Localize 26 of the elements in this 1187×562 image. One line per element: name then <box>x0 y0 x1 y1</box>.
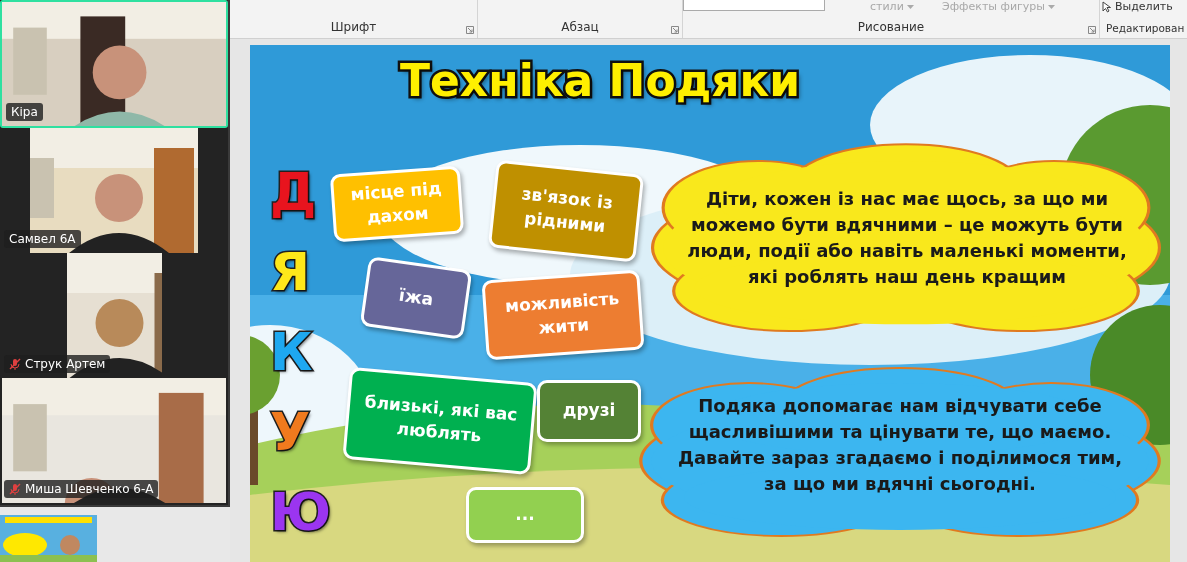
cloud-text: Подяка допомагає нам відчувати себе щасливішими та цінувати те, що маємо. Давайте зараз згадаємо і поділимося тим, за що ми вдячні сьогодні. <box>676 394 1124 497</box>
acrostic-letter: Я <box>270 243 312 301</box>
ribbon-group-label: Шрифт <box>330 20 377 34</box>
caret-icon <box>1048 4 1055 9</box>
ribbon-button[interactable]: Выделить <box>1102 0 1173 13</box>
muted-mic-icon <box>9 358 21 370</box>
word-card: ... <box>466 487 584 543</box>
slide-title: Техніка Подяки <box>400 55 801 106</box>
ribbon-group-label: Абзац <box>561 20 599 34</box>
video-tile[interactable]: Кіра <box>0 0 228 128</box>
caret-icon <box>906 4 914 9</box>
ribbon-group-label: Рисование <box>857 20 925 34</box>
word-card: друзі <box>537 380 641 442</box>
muted-mic-icon <box>9 483 21 495</box>
dialog-launcher-icon[interactable] <box>466 26 474 34</box>
participant-name: Миша Шевченко 6-А <box>4 480 159 498</box>
participant-name: Кіра <box>6 103 43 121</box>
acrostic-letter: К <box>270 323 314 381</box>
shape-gallery[interactable] <box>683 0 825 11</box>
video-tile[interactable]: Миша Шевченко 6-А <box>0 378 228 503</box>
ribbon-group-label: Редактирован <box>1106 22 1185 34</box>
cloud-text: Діти, кожен із нас має щось, за що ми можемо бути вдячними – це можуть бути люди, події або навіть маленькі моменти, які роблять наш день кращим <box>686 187 1128 290</box>
dialog-launcher-icon[interactable] <box>1088 26 1096 34</box>
acrostic-letter: Д <box>270 163 318 221</box>
acrostic-letter: Ю <box>270 483 332 541</box>
dialog-launcher-icon[interactable] <box>671 26 679 34</box>
